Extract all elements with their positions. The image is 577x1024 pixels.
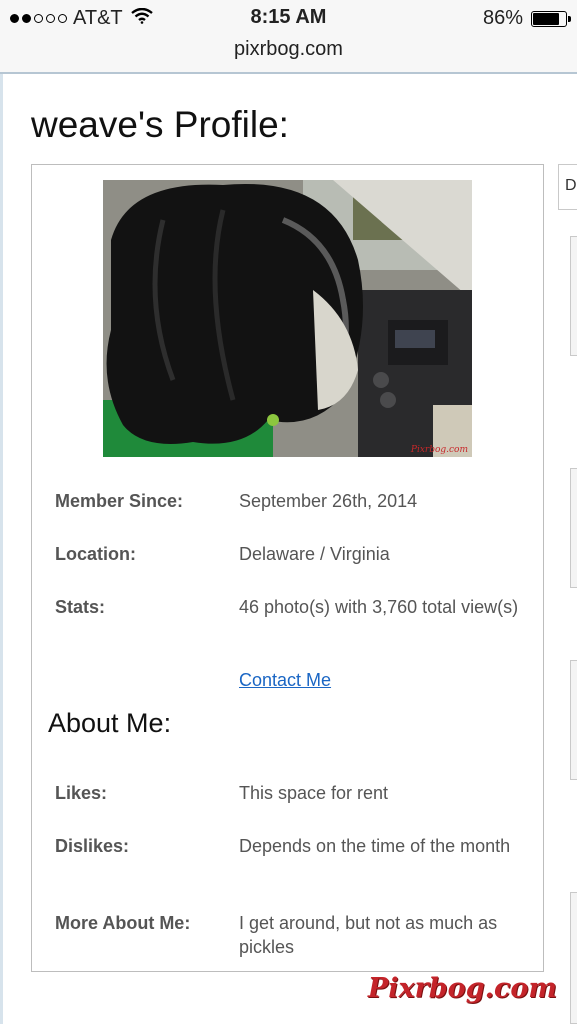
more-about-value: I get around, but not as much as pickles <box>239 913 498 957</box>
location-value: Delaware / Virginia <box>239 544 390 564</box>
sidebar-thumbnail[interactable] <box>570 236 577 356</box>
sidebar-thumbnail[interactable] <box>570 468 577 588</box>
contact-me-link[interactable]: Contact Me <box>239 670 331 691</box>
sidebar-thumbnail[interactable] <box>570 892 577 1024</box>
more-about-label: More About Me: <box>55 913 191 933</box>
battery-status: 86% <box>482 7 571 30</box>
about-me-heading: About Me: <box>48 708 172 738</box>
battery-icon <box>531 10 571 27</box>
page-title: weave's Profile: <box>31 104 289 145</box>
stats-label: Stats: <box>55 597 106 617</box>
stats-value: 46 photo(s) with 3,760 total view(s) <box>239 597 519 617</box>
photo-watermark: Pixrbog.com <box>410 445 468 455</box>
battery-percent: 86% <box>482 7 523 29</box>
likes-label: Likes: <box>55 783 108 803</box>
profile-card: Pixrbog.com Member Since: September 26th… <box>31 164 544 972</box>
site-watermark: Pixrbog.com <box>367 973 557 1004</box>
member-since-label: Member Since: <box>55 491 184 511</box>
address-bar[interactable]: pixrbog.com <box>0 38 577 61</box>
likes-value: This space for rent <box>239 783 389 803</box>
sidebar-box[interactable]: D <box>558 164 577 210</box>
sidebar-box-letter: D <box>565 177 577 194</box>
page-edge <box>0 74 3 1024</box>
location-label: Location: <box>55 544 136 564</box>
sidebar-thumbnail[interactable] <box>570 660 577 780</box>
member-since-value: September 26th, 2014 <box>239 491 418 511</box>
profile-photo[interactable]: Pixrbog.com <box>103 180 472 457</box>
dislikes-label: Dislikes: <box>55 836 130 856</box>
status-bar: AT&T 8:15 AM 86% pixrbog.com <box>0 0 577 74</box>
dislikes-value: Depends on the time of the month <box>239 836 511 856</box>
